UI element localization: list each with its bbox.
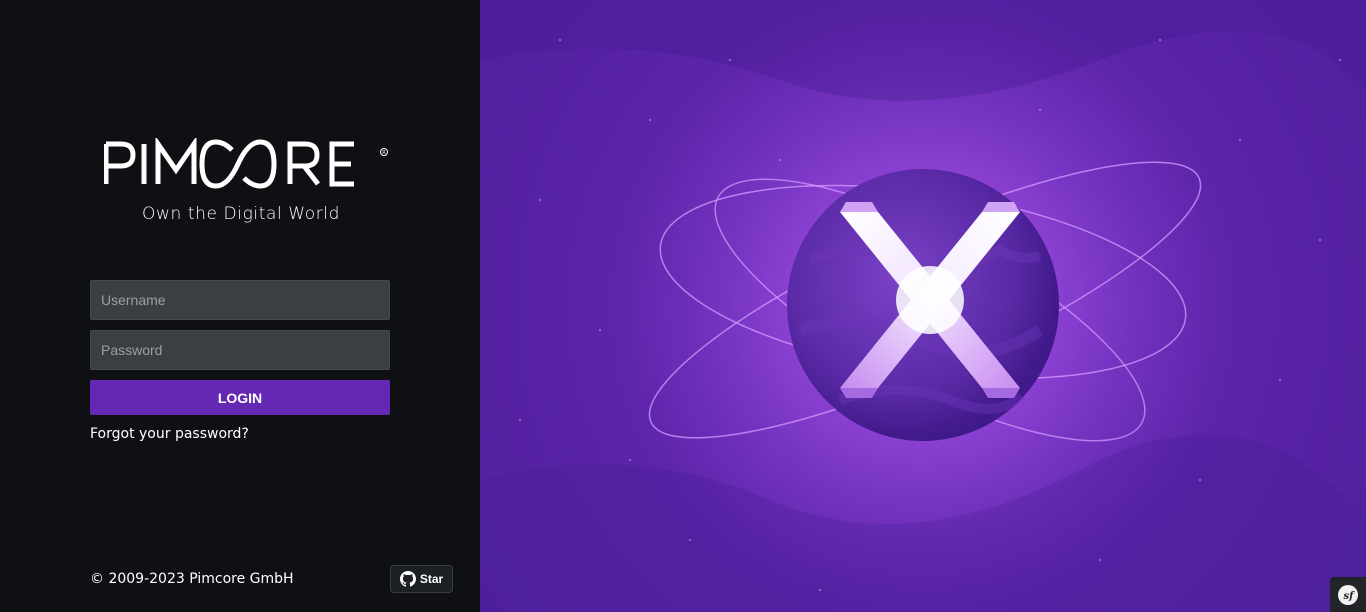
hero-panel xyxy=(480,0,1366,612)
pimcore-logo: R Own the Digital World xyxy=(104,138,394,224)
pimcore-logo-icon: R xyxy=(104,138,388,189)
symfony-icon: sf xyxy=(1338,584,1358,605)
login-button[interactable]: LOGIN xyxy=(90,380,390,415)
tagline: Own the Digital World xyxy=(141,204,341,224)
pimcore-x-planet-icon xyxy=(480,0,1366,612)
star-label: Star xyxy=(419,572,444,586)
forgot-password-link[interactable]: Forgot your password? xyxy=(90,426,249,442)
github-star-button[interactable]: Star xyxy=(390,565,453,593)
symfony-debug-toolbar[interactable]: sf xyxy=(1330,577,1366,612)
copyright-text: © 2009-2023 Pimcore GmbH xyxy=(90,571,294,587)
username-input[interactable] xyxy=(90,280,390,320)
github-icon xyxy=(399,571,416,587)
login-panel: R Own the Digital World LOGIN Forgot you… xyxy=(0,0,480,612)
password-input[interactable] xyxy=(90,330,390,370)
svg-text:sf: sf xyxy=(1344,591,1356,602)
svg-text:R: R xyxy=(382,150,386,156)
